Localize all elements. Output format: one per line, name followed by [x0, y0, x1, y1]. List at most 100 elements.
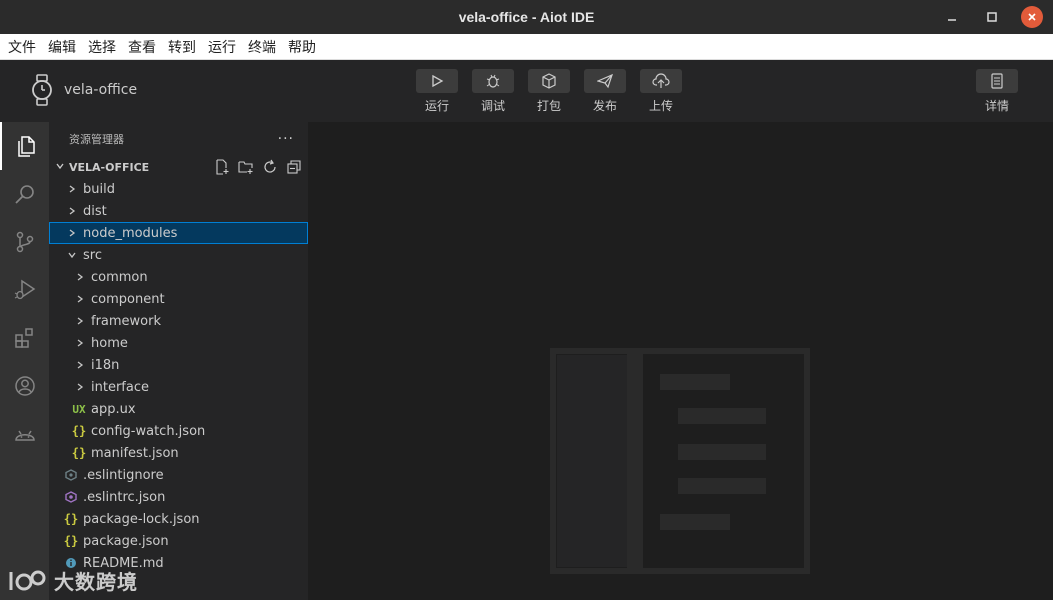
- menu-go[interactable]: 转到: [168, 37, 196, 57]
- details-label: 详情: [984, 99, 1009, 113]
- json-file-icon: {}: [71, 424, 87, 438]
- menu-help[interactable]: 帮助: [288, 37, 316, 57]
- account-icon: [14, 376, 35, 396]
- tree-item-common[interactable]: common: [49, 266, 308, 288]
- new-folder-button[interactable]: [238, 159, 254, 175]
- upload-button[interactable]: 上传: [640, 69, 682, 114]
- editor-watermark-icon: [550, 348, 810, 574]
- menu-bar: 文件 编辑 选择 查看 转到 运行 终端 帮助: [0, 34, 1053, 60]
- tree-item-component[interactable]: component: [49, 288, 308, 310]
- workspace-name: VELA-OFFICE: [69, 160, 150, 174]
- activity-explorer[interactable]: [0, 122, 49, 170]
- menu-edit[interactable]: 编辑: [48, 37, 76, 57]
- activity-run-debug[interactable]: [0, 266, 49, 314]
- minimize-button[interactable]: [941, 6, 963, 28]
- tree-item-label: common: [91, 269, 148, 285]
- tree-item-home[interactable]: home: [49, 332, 308, 354]
- source-control-icon: [16, 231, 33, 253]
- activity-account[interactable]: [0, 362, 49, 410]
- title-bar: vela-office - Aiot IDE: [0, 0, 1053, 34]
- menu-selection[interactable]: 选择: [88, 37, 116, 57]
- chevron-right-icon: [73, 338, 87, 348]
- collapse-all-icon: [287, 160, 301, 174]
- explorer-sidebar: 资源管理器 ··· VELA-OFFICE build dist node_mo…: [49, 122, 308, 600]
- cloud-upload-icon: [640, 69, 682, 93]
- close-icon: [1028, 13, 1036, 21]
- tree-item-label: i18n: [91, 357, 120, 373]
- publish-button[interactable]: 发布: [584, 69, 626, 114]
- tree-item-label: app.ux: [91, 401, 136, 417]
- eslintignore-file-icon: [63, 469, 79, 481]
- maximize-button[interactable]: [981, 6, 1003, 28]
- tree-item-label: src: [83, 247, 102, 263]
- explorer-header: 资源管理器 ···: [49, 122, 308, 156]
- maximize-icon: [987, 12, 997, 22]
- activity-android[interactable]: [0, 410, 49, 458]
- chevron-right-icon: [73, 382, 87, 392]
- refresh-button[interactable]: [262, 159, 278, 175]
- tree-item-eslintignore[interactable]: .eslintignore: [49, 464, 308, 486]
- tree-item-node-modules[interactable]: node_modules: [49, 222, 308, 244]
- close-button[interactable]: [1021, 6, 1043, 28]
- activity-bar: [0, 122, 49, 600]
- ux-file-icon: UX: [72, 402, 86, 416]
- collapse-all-button[interactable]: [286, 159, 302, 175]
- tree-item-framework[interactable]: framework: [49, 310, 308, 332]
- package-icon: [528, 69, 570, 93]
- chevron-right-icon: [73, 272, 87, 282]
- chevron-down-icon: [65, 250, 79, 260]
- tree-item-i18n[interactable]: i18n: [49, 354, 308, 376]
- json-file-icon: {}: [63, 534, 79, 548]
- menu-file[interactable]: 文件: [8, 37, 36, 57]
- toolbar: vela-office 运行 调试 打包 发布 上传 详情: [0, 60, 1053, 122]
- eslint-file-icon: [63, 491, 79, 503]
- run-debug-icon: [14, 279, 35, 300]
- activity-extensions[interactable]: [0, 314, 49, 362]
- play-icon: [416, 69, 458, 93]
- chevron-right-icon: [65, 206, 79, 216]
- json-file-icon: {}: [63, 512, 79, 526]
- tree-item-package-json[interactable]: {} package.json: [49, 530, 308, 552]
- project-name: vela-office: [64, 82, 138, 98]
- watermark-logo: 大数跨境: [8, 566, 138, 595]
- watch-icon: [32, 74, 52, 106]
- tree-item-label: node_modules: [83, 225, 178, 241]
- tree-item-build[interactable]: build: [49, 178, 308, 200]
- tree-item-interface[interactable]: interface: [49, 376, 308, 398]
- watermark-text: 大数跨境: [54, 570, 138, 594]
- new-file-button[interactable]: [214, 159, 230, 175]
- tree-item-dist[interactable]: dist: [49, 200, 308, 222]
- more-actions-button[interactable]: ···: [278, 131, 294, 147]
- tree-item-config-watch-json[interactable]: {} config-watch.json: [49, 420, 308, 442]
- run-button[interactable]: 运行: [416, 69, 458, 114]
- menu-terminal[interactable]: 终端: [248, 37, 276, 57]
- tree-item-src[interactable]: src: [49, 244, 308, 266]
- section-actions: [214, 159, 302, 175]
- activity-search[interactable]: [0, 170, 49, 218]
- pack-button[interactable]: 打包: [528, 69, 570, 114]
- menu-run[interactable]: 运行: [208, 37, 236, 57]
- extensions-icon: [14, 328, 33, 348]
- debug-label: 调试: [480, 99, 505, 113]
- tree-item-app-ux[interactable]: UX app.ux: [49, 398, 308, 420]
- tree-item-label: framework: [91, 313, 162, 329]
- chevron-right-icon: [73, 294, 87, 304]
- minimize-icon: [948, 19, 956, 21]
- run-label: 运行: [424, 99, 449, 113]
- project-header: vela-office: [30, 74, 137, 106]
- editor-area: [308, 122, 1053, 600]
- upload-label: 上传: [648, 99, 673, 113]
- tree-item-manifest-json[interactable]: {} manifest.json: [49, 442, 308, 464]
- tree-item-label: .eslintrc.json: [83, 489, 166, 505]
- workspace-section[interactable]: VELA-OFFICE: [49, 156, 308, 178]
- tree-item-label: build: [83, 181, 115, 197]
- debug-icon: [472, 69, 514, 93]
- pack-label: 打包: [536, 99, 561, 113]
- tree-item-eslintrc-json[interactable]: .eslintrc.json: [49, 486, 308, 508]
- activity-source-control[interactable]: [0, 218, 49, 266]
- details-button[interactable]: 详情: [976, 69, 1018, 114]
- menu-view[interactable]: 查看: [128, 37, 156, 57]
- debug-button[interactable]: 调试: [472, 69, 514, 114]
- tree-item-package-lock-json[interactable]: {} package-lock.json: [49, 508, 308, 530]
- explorer-title: 资源管理器: [69, 133, 124, 146]
